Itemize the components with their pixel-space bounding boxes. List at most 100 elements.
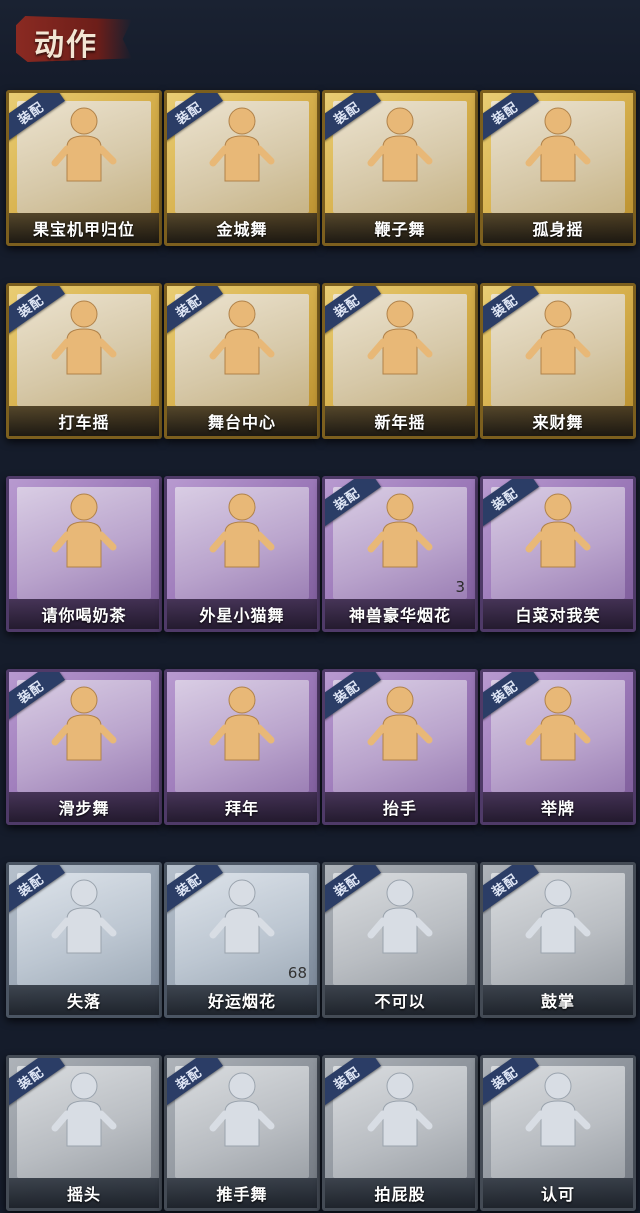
emote-figure-icon — [523, 1068, 593, 1152]
emote-card[interactable]: 装配 拍屁股 — [322, 1055, 478, 1211]
emote-label-bar: 鞭子舞 — [325, 213, 475, 243]
emote-label-bar: 举牌 — [483, 792, 633, 822]
emote-figure-icon — [207, 489, 277, 573]
emote-label-bar: 金城舞 — [167, 213, 317, 243]
emote-card[interactable]: 装配 失落 — [6, 862, 162, 1018]
emote-label-bar: 舞台中心 — [167, 406, 317, 436]
emote-name: 打车摇 — [58, 413, 110, 432]
emote-card[interactable]: 装配 鞭子舞 — [322, 90, 478, 246]
emote-card[interactable]: 装配 打车摇 — [6, 283, 162, 439]
emote-card[interactable]: 装配 抬手 — [322, 669, 478, 825]
emote-card[interactable]: 装配 认可 — [480, 1055, 636, 1211]
emote-card[interactable]: 装配 鼓掌 — [480, 862, 636, 1018]
emote-figure-icon — [523, 489, 593, 573]
emote-figure-icon — [49, 296, 119, 380]
emote-name: 举牌 — [540, 799, 575, 818]
emote-label-bar: 外星小猫舞 — [167, 599, 317, 629]
emote-card[interactable]: 请你喝奶茶 — [6, 476, 162, 632]
emote-label-bar: 好运烟花 — [167, 985, 317, 1015]
emote-figure-icon — [207, 1068, 277, 1152]
emote-name: 金城舞 — [216, 220, 268, 239]
emote-figure-icon — [365, 103, 435, 187]
emote-figure-icon — [365, 682, 435, 766]
emote-figure-icon — [365, 875, 435, 959]
emote-card[interactable]: 装配 金城舞 — [164, 90, 320, 246]
emote-name: 孤身摇 — [532, 220, 584, 239]
emote-card[interactable]: 装配 滑步舞 — [6, 669, 162, 825]
emote-name: 请你喝奶茶 — [41, 606, 127, 625]
emote-name: 好运烟花 — [207, 992, 276, 1011]
emote-name: 摇头 — [66, 1185, 101, 1204]
emote-figure-icon — [523, 682, 593, 766]
emote-figure-icon — [207, 682, 277, 766]
emote-card[interactable]: 装配 举牌 — [480, 669, 636, 825]
emote-name: 推手舞 — [216, 1185, 268, 1204]
emote-card[interactable]: 装配 摇头 — [6, 1055, 162, 1211]
emote-figure-icon — [49, 1068, 119, 1152]
emote-label-bar: 抬手 — [325, 792, 475, 822]
emote-card[interactable]: 装配 不可以 — [322, 862, 478, 1018]
emote-label-bar: 来财舞 — [483, 406, 633, 436]
emote-label-bar: 新年摇 — [325, 406, 475, 436]
emote-label-bar: 白菜对我笑 — [483, 599, 633, 629]
item-count: 3 — [455, 578, 465, 596]
emote-label-bar: 果宝机甲归位 — [9, 213, 159, 243]
emote-card[interactable]: 装配 白菜对我笑 — [480, 476, 636, 632]
emote-figure-icon — [49, 489, 119, 573]
emote-name: 失落 — [66, 992, 101, 1011]
emote-figure-icon — [365, 1068, 435, 1152]
emote-card[interactable]: 装配 孤身摇 — [480, 90, 636, 246]
emote-name: 新年摇 — [374, 413, 426, 432]
emote-figure-icon — [207, 875, 277, 959]
emote-name: 鞭子舞 — [374, 220, 426, 239]
emote-card[interactable]: 装配 推手舞 — [164, 1055, 320, 1211]
emote-figure-icon — [207, 103, 277, 187]
emote-name: 鼓掌 — [540, 992, 575, 1011]
emote-figure-icon — [523, 875, 593, 959]
emote-name: 抬手 — [382, 799, 417, 818]
emote-name: 舞台中心 — [207, 413, 276, 432]
emote-label-bar: 滑步舞 — [9, 792, 159, 822]
emote-figure-icon — [207, 296, 277, 380]
emote-label-bar: 推手舞 — [167, 1178, 317, 1208]
emote-card[interactable]: 装配 来财舞 — [480, 283, 636, 439]
emote-grid: 装配 果宝机甲归位 装配 金城舞 装配 鞭子舞 装配 孤身摇 装配 打车摇 装配 舞台中心 装配 新年摇装… — [6, 90, 636, 1211]
emote-name: 外星小猫舞 — [199, 606, 285, 625]
emote-figure-icon — [523, 103, 593, 187]
emote-label-bar: 鼓掌 — [483, 985, 633, 1015]
emote-card[interactable]: 装配 果宝机甲归位 — [6, 90, 162, 246]
emote-name: 来财舞 — [532, 413, 584, 432]
emote-name: 滑步舞 — [58, 799, 110, 818]
emote-label-bar: 打车摇 — [9, 406, 159, 436]
emote-label-bar: 孤身摇 — [483, 213, 633, 243]
emote-name: 不可以 — [374, 992, 426, 1011]
emote-label-bar: 神兽豪华烟花 — [325, 599, 475, 629]
emote-label-bar: 请你喝奶茶 — [9, 599, 159, 629]
emote-name: 神兽豪华烟花 — [348, 606, 451, 625]
header: 动作 — [0, 0, 640, 80]
emote-figure-icon — [365, 489, 435, 573]
emote-label-bar: 摇头 — [9, 1178, 159, 1208]
emote-card[interactable]: 装配 68 好运烟花 — [164, 862, 320, 1018]
emote-card[interactable]: 装配 新年摇 — [322, 283, 478, 439]
emote-figure-icon — [523, 296, 593, 380]
emote-label-bar: 拍屁股 — [325, 1178, 475, 1208]
emote-card[interactable]: 装配 3 神兽豪华烟花 — [322, 476, 478, 632]
item-count: 68 — [287, 964, 307, 982]
emote-label-bar: 失落 — [9, 985, 159, 1015]
emote-name: 认可 — [540, 1185, 575, 1204]
emote-label-bar: 拜年 — [167, 792, 317, 822]
page-title: 动作 — [34, 28, 98, 63]
emote-figure-icon — [49, 103, 119, 187]
emote-name: 拍屁股 — [374, 1185, 426, 1204]
emote-figure-icon — [365, 296, 435, 380]
emote-name: 拜年 — [224, 799, 259, 818]
emote-figure-icon — [49, 875, 119, 959]
emote-card[interactable]: 外星小猫舞 — [164, 476, 320, 632]
emote-name: 白菜对我笑 — [515, 606, 601, 625]
emote-label-bar: 认可 — [483, 1178, 633, 1208]
emote-card[interactable]: 装配 舞台中心 — [164, 283, 320, 439]
emote-card[interactable]: 拜年 — [164, 669, 320, 825]
emote-label-bar: 不可以 — [325, 985, 475, 1015]
emote-figure-icon — [49, 682, 119, 766]
